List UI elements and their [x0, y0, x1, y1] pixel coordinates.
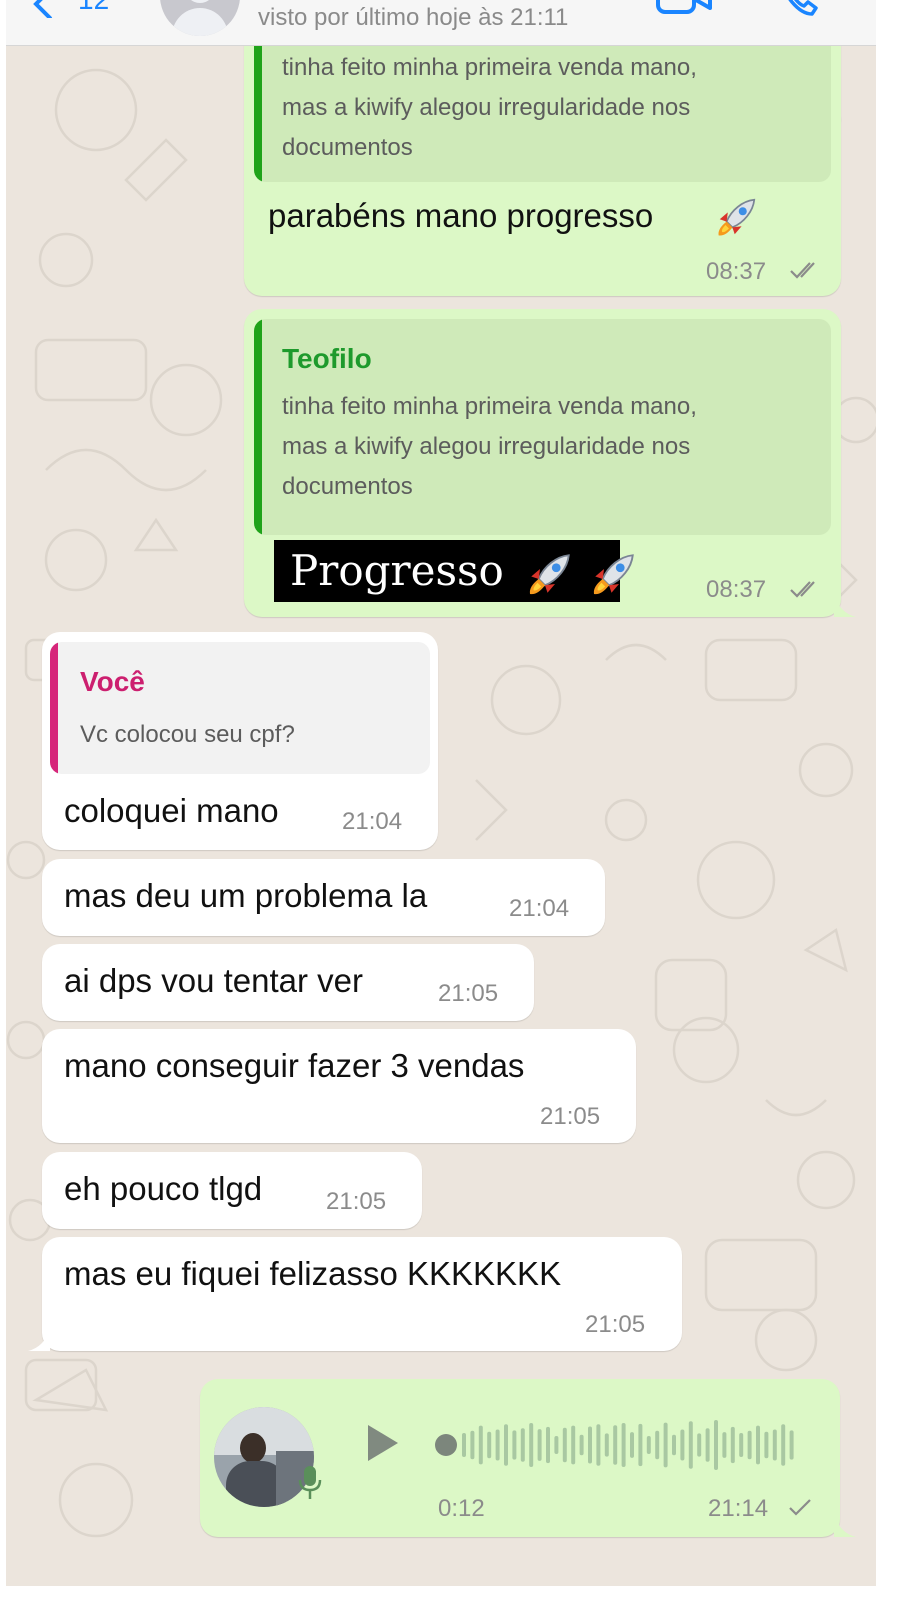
- phone-call-icon[interactable]: [782, 0, 818, 16]
- message-time: 21:05: [438, 980, 499, 1007]
- message-text: mas eu fiquei felizasso KKKKKKK: [64, 1255, 562, 1292]
- chat-header: 12 visto por último hoje às 21:11: [6, 0, 876, 46]
- unread-count[interactable]: 12: [78, 0, 109, 16]
- message-text: parabéns mano progresso: [268, 197, 654, 234]
- quoted-sender-name: Teofilo: [282, 343, 372, 374]
- single-check-icon: [789, 1499, 811, 1516]
- message-time: 21:14: [708, 1495, 769, 1522]
- message-time: 21:04: [342, 808, 403, 835]
- voice-duration: 0:12: [438, 1495, 485, 1522]
- quoted-text: Vc colocou seu cpf?: [80, 721, 295, 748]
- outgoing-voice-message[interactable]: 0:12 21:14: [200, 1379, 840, 1537]
- rocket-emoji: [593, 554, 634, 595]
- rocket-emoji: [718, 198, 756, 236]
- quoted-message[interactable]: Teofilo tinha feito minha primeira venda…: [254, 319, 831, 535]
- message-text: coloquei mano: [64, 792, 279, 829]
- play-icon[interactable]: [362, 1423, 402, 1463]
- message-time: 08:37: [706, 258, 767, 285]
- quoted-message[interactable]: Você Vc colocou seu cpf?: [50, 642, 430, 774]
- voice-waveform[interactable]: [434, 1415, 814, 1475]
- message-time: 21:05: [326, 1188, 387, 1215]
- contact-avatar[interactable]: [160, 0, 240, 36]
- message-text: eh pouco tlgd: [64, 1170, 263, 1207]
- incoming-message[interactable]: mano conseguir fazer 3 vendas 21:05: [42, 1029, 636, 1143]
- message-time: 21:04: [509, 895, 570, 922]
- message-time: 21:05: [540, 1103, 601, 1130]
- bubble-tail: [834, 1515, 856, 1537]
- rocket-emoji: [530, 554, 571, 595]
- quoted-text: tinha feito minha primeira venda mano, m…: [282, 393, 697, 500]
- avatar-placeholder-icon: [185, 0, 215, 3]
- attached-image[interactable]: Progresso: [274, 540, 634, 602]
- quoted-text: tinha feito minha primeira venda mano, m…: [282, 54, 697, 161]
- message-time: 21:05: [585, 1311, 646, 1338]
- incoming-message[interactable]: mas eu fiquei felizasso KKKKKKK 21:05: [42, 1237, 682, 1351]
- avatar-placeholder-body: [172, 8, 228, 36]
- last-seen-status[interactable]: visto por último hoje às 21:11: [258, 4, 568, 32]
- quoted-sender-name: Você: [80, 666, 145, 697]
- chat-screen: 12 visto por último hoje às 21:11 tinha …: [6, 0, 876, 1586]
- message-text: ai dps vou tentar ver: [64, 962, 363, 999]
- video-call-icon[interactable]: [656, 0, 712, 16]
- incoming-message[interactable]: mas deu um problema la 21:04: [42, 859, 605, 936]
- photo-person-head: [240, 1433, 266, 1463]
- message-time: 08:37: [706, 576, 767, 603]
- back-chevron-icon[interactable]: [28, 0, 58, 18]
- image-caption-text: Progresso: [290, 546, 504, 595]
- bubble-tail: [28, 1329, 50, 1351]
- message-text: mas deu um problema la: [64, 877, 428, 914]
- incoming-message[interactable]: ai dps vou tentar ver 21:05: [42, 944, 534, 1021]
- message-text: mano conseguir fazer 3 vendas: [64, 1047, 525, 1084]
- incoming-message[interactable]: Você Vc colocou seu cpf? coloquei mano 2…: [42, 632, 438, 850]
- incoming-message[interactable]: eh pouco tlgd 21:05: [42, 1152, 422, 1229]
- double-check-icon: [790, 262, 815, 279]
- quote-bar: [50, 642, 58, 774]
- quote-bar: [254, 319, 262, 535]
- double-check-icon: [790, 581, 815, 598]
- microphone-icon: [298, 1466, 322, 1499]
- bubble-tail: [834, 595, 856, 617]
